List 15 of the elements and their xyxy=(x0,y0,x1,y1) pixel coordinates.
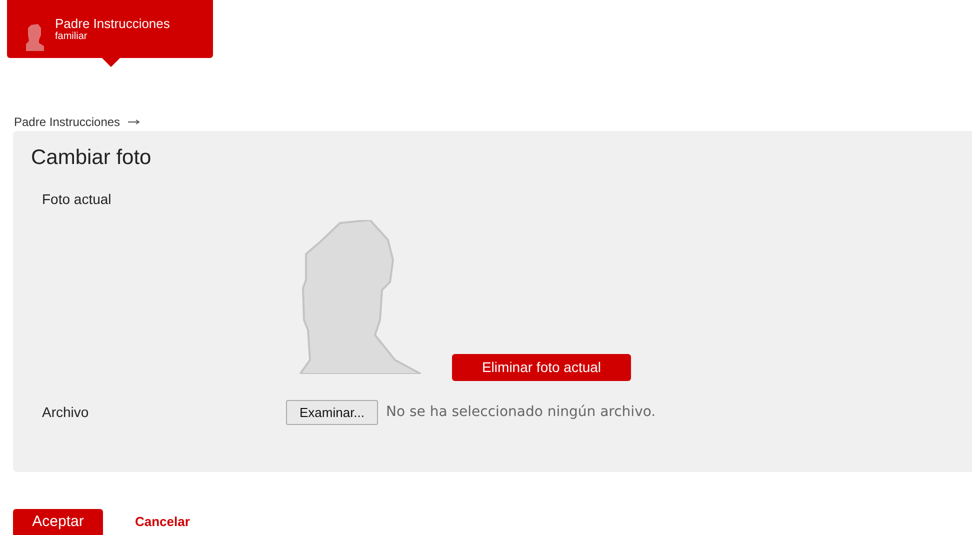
panel-title: Cambiar foto xyxy=(31,145,152,171)
file-status: No se ha seleccionado ningún archivo. xyxy=(386,403,656,422)
field-label: Archivo xyxy=(42,403,90,422)
field-label: Foto actual xyxy=(42,190,112,209)
user-name: Padre Instrucciones xyxy=(55,17,170,30)
delete-photo-button[interactable]: Eliminar foto actual xyxy=(452,354,631,381)
pointer-icon xyxy=(102,58,120,67)
breadcrumb-link[interactable]: Padre Instrucciones xyxy=(14,113,120,131)
accept-button[interactable]: Aceptar xyxy=(13,509,103,535)
person-icon xyxy=(25,23,45,51)
user-role: familiar xyxy=(55,32,88,42)
browse-button[interactable]: Examinar... xyxy=(286,400,378,425)
cancel-link[interactable]: Cancelar xyxy=(135,512,190,532)
arrow-right-icon xyxy=(128,119,140,125)
user-badge[interactable]: Padre Instrucciones familiar xyxy=(7,0,213,58)
